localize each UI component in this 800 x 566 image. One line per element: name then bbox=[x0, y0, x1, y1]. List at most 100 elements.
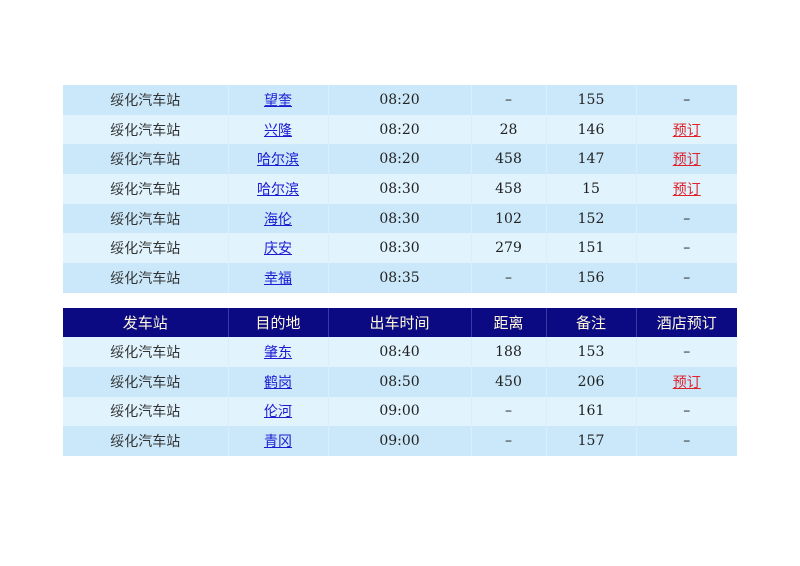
table-row: 绥化汽车站 哈尔滨 08:30 458 15 预订 bbox=[63, 174, 737, 204]
departure-time-cell: 08:20 bbox=[327, 144, 471, 175]
departure-time-cell: 08:30 bbox=[327, 233, 471, 264]
departure-time-cell: 08:30 bbox=[327, 203, 471, 234]
table-row: 绥化汽车站 庆安 08:30 279 151 – bbox=[63, 233, 737, 264]
hotel-booking-cell: – bbox=[635, 203, 737, 234]
note-cell: 157 bbox=[545, 426, 636, 456]
hotel-booking-cell: – bbox=[635, 337, 737, 367]
destination-link[interactable]: 海伦 bbox=[264, 212, 292, 228]
departure-time-cell: 08:20 bbox=[327, 85, 471, 115]
destination-link[interactable]: 鹤岗 bbox=[264, 375, 292, 391]
note-cell: 156 bbox=[545, 263, 636, 293]
departure-station: 绥化汽车站 bbox=[110, 344, 181, 361]
table-row: 绥化汽车站 肇东 08:40 188 153 – bbox=[63, 337, 737, 367]
note-cell: 152 bbox=[545, 203, 636, 234]
schedule-table-1: 绥化汽车站 望奎 08:20–155– 绥化汽车站 兴隆 08:20 28 146 预订 绥化汽车… bbox=[63, 85, 737, 293]
destination-link[interactable]: 哈尔滨 bbox=[257, 152, 299, 168]
hotel-booking-cell: 预订 bbox=[635, 366, 737, 397]
destination-cell: 鹤岗 bbox=[227, 366, 328, 397]
departure-station-cell: 绥化汽车站 bbox=[63, 85, 228, 115]
departure-station-cell: 绥化汽车站 bbox=[63, 396, 228, 427]
hotel-booking-cell: – bbox=[635, 396, 737, 427]
destination-link[interactable]: 哈尔滨 bbox=[257, 182, 299, 198]
destination-cell: 望奎 bbox=[227, 85, 328, 115]
hotel-booking-unavailable: – bbox=[683, 343, 691, 360]
destination-cell: 庆安 bbox=[227, 233, 328, 264]
departure-time-cell: 08:30 bbox=[327, 174, 471, 204]
destination-link[interactable]: 望奎 bbox=[264, 93, 292, 109]
hotel-booking-unavailable: – bbox=[683, 240, 691, 257]
departure-station: 绥化汽车站 bbox=[110, 270, 181, 287]
distance-cell: 279 bbox=[470, 233, 546, 264]
header-distance: 距离 bbox=[470, 308, 546, 337]
hotel-booking-cell: 预订 bbox=[635, 114, 737, 145]
departure-station-cell: 绥化汽车站 bbox=[63, 233, 228, 264]
hotel-booking-cell: 预订 bbox=[635, 174, 737, 204]
departure-station: 绥化汽车站 bbox=[110, 181, 181, 198]
hotel-booking-cell: – bbox=[635, 263, 737, 293]
destination-cell: 青冈 bbox=[227, 426, 328, 456]
destination-link[interactable]: 肇东 bbox=[264, 345, 292, 361]
hotel-booking-unavailable: – bbox=[683, 269, 691, 286]
departure-station-cell: 绥化汽车站 bbox=[63, 366, 228, 397]
departure-station: 绥化汽车站 bbox=[110, 241, 181, 258]
departure-station: 绥化汽车站 bbox=[110, 152, 181, 169]
destination-link[interactable]: 兴隆 bbox=[264, 123, 292, 139]
header-destination: 目的地 bbox=[227, 308, 328, 337]
departure-station-cell: 绥化汽车站 bbox=[63, 203, 228, 234]
destination-cell: 哈尔滨 bbox=[227, 144, 328, 175]
schedule-table-2: 发车站 目的地 出车时间 距离 备注 酒店预订 绥化汽车站 肇东 08:40 188 1… bbox=[63, 308, 737, 456]
departure-time-cell: 08:20 bbox=[327, 114, 471, 145]
note-cell: 147 bbox=[545, 144, 636, 175]
departure-station: 绥化汽车站 bbox=[110, 122, 181, 139]
destination-link[interactable]: 幸福 bbox=[264, 271, 292, 287]
destination-cell: 幸福 bbox=[227, 263, 328, 293]
distance-cell: 450 bbox=[470, 366, 546, 397]
departure-time-cell: 08:35 bbox=[327, 263, 471, 293]
departure-station-cell: 绥化汽车站 bbox=[63, 337, 228, 367]
destination-link[interactable]: 庆安 bbox=[264, 241, 292, 257]
distance-cell: 458 bbox=[470, 144, 546, 175]
header-departure-station: 发车站 bbox=[63, 308, 228, 337]
note-cell: 161 bbox=[545, 396, 636, 427]
distance-cell: – bbox=[470, 263, 546, 293]
hotel-booking-cell: 预订 bbox=[635, 144, 737, 175]
distance-cell: 102 bbox=[470, 203, 546, 234]
table-row: 绥化汽车站 兴隆 08:20 28 146 预订 bbox=[63, 114, 737, 145]
note-cell: 155 bbox=[545, 85, 636, 115]
departure-station-cell: 绥化汽车站 bbox=[63, 114, 228, 145]
note-cell: 146 bbox=[545, 114, 636, 145]
header-departure-time: 出车时间 bbox=[327, 308, 471, 337]
destination-link[interactable]: 青冈 bbox=[264, 434, 292, 450]
table-row: 绥化汽车站 哈尔滨 08:20 458 147 预订 bbox=[63, 144, 737, 175]
distance-cell: 28 bbox=[470, 114, 546, 145]
departure-time-cell: 09:00 bbox=[327, 396, 471, 427]
note-cell: 151 bbox=[545, 233, 636, 264]
hotel-booking-unavailable: – bbox=[683, 433, 691, 450]
note-cell: 206 bbox=[545, 366, 636, 397]
departure-time-cell: 08:50 bbox=[327, 366, 471, 397]
destination-cell: 海伦 bbox=[227, 203, 328, 234]
distance-cell: 458 bbox=[470, 174, 546, 204]
hotel-booking-cell: – bbox=[635, 85, 737, 115]
hotel-booking-link[interactable]: 预订 bbox=[673, 375, 701, 391]
destination-cell: 兴隆 bbox=[227, 114, 328, 145]
destination-cell: 肇东 bbox=[227, 337, 328, 367]
departure-station-cell: 绥化汽车站 bbox=[63, 263, 228, 293]
hotel-booking-link[interactable]: 预订 bbox=[673, 123, 701, 139]
distance-cell: – bbox=[470, 85, 546, 115]
distance-cell: – bbox=[470, 426, 546, 456]
hotel-booking-unavailable: – bbox=[683, 403, 691, 420]
hotel-booking-link[interactable]: 预订 bbox=[673, 182, 701, 198]
departure-station: 绥化汽车站 bbox=[110, 374, 181, 391]
table-header-row: 发车站 目的地 出车时间 距离 备注 酒店预订 bbox=[63, 308, 737, 337]
departure-time-cell: 09:00 bbox=[327, 426, 471, 456]
departure-station-cell: 绥化汽车站 bbox=[63, 426, 228, 456]
destination-link[interactable]: 伦河 bbox=[264, 404, 292, 420]
hotel-booking-link[interactable]: 预订 bbox=[673, 152, 701, 168]
departure-station-cell: 绥化汽车站 bbox=[63, 144, 228, 175]
departure-station: 绥化汽车站 bbox=[110, 92, 181, 109]
table-row: 绥化汽车站 望奎 08:20–155– bbox=[63, 85, 737, 115]
note-cell: 153 bbox=[545, 337, 636, 367]
departure-station: 绥化汽车站 bbox=[110, 404, 181, 421]
hotel-booking-cell: – bbox=[635, 233, 737, 264]
